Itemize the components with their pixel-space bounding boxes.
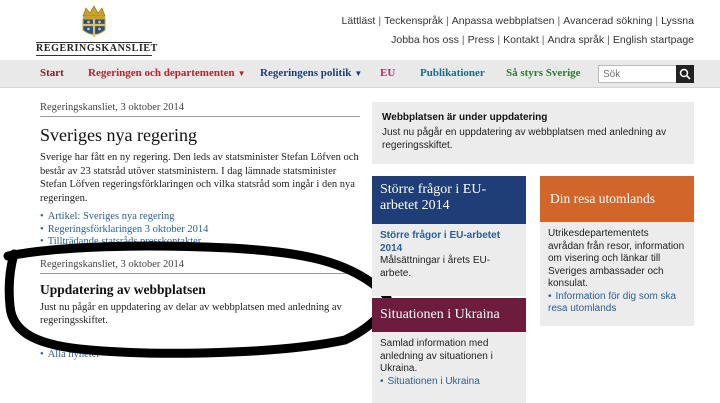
ukraina-card: Situationen i Ukraina Samlad information… <box>372 298 526 403</box>
nav-start-label: Start <box>40 67 64 79</box>
nav-regeringen[interactable]: Regeringen och departementen ▼ <box>88 67 246 79</box>
ukraina-card-body: Samlad information med anledning av situ… <box>372 332 526 394</box>
eu-card-banner[interactable]: Större frågor i EU-arbetet 2014 <box>372 176 526 224</box>
eu-card-text: Målsättningar i årets EU-arbete. <box>380 255 491 279</box>
logo[interactable]: REGERINGSKANSLIET <box>36 4 158 56</box>
utility-links-row-2: Jobba hos oss | Press | Kontakt | Andra språk |… <box>391 34 694 46</box>
resa-card-banner[interactable]: Din resa utomlands <box>540 176 694 222</box>
nav-publikationer[interactable]: Publikationer <box>420 67 485 79</box>
update-notice: Webbplatsen är under uppdatering Just nu… <box>372 102 694 164</box>
link-jobba[interactable]: Jobba hos oss <box>391 34 459 46</box>
notice-title: Webbplatsen är under uppdatering <box>382 112 548 123</box>
nav-eu[interactable]: EU <box>380 67 395 79</box>
news-link[interactable]: Tillträdande statsråds presskontakter <box>40 236 360 249</box>
link-english[interactable]: English startpage <box>613 34 694 46</box>
nav-start[interactable]: Start <box>40 67 64 79</box>
utility-links-row-1: Lättläst | Teckenspråk | Anpassa webbplatsen… <box>341 15 694 27</box>
ukraina-card-link[interactable]: Situationen i Ukraina <box>380 376 518 389</box>
resa-card-text: Utrikesdepartementets avrådan från resor… <box>548 228 685 289</box>
notice-text: Just nu pågår en uppdatering av webbplat… <box>382 127 667 151</box>
search-input[interactable] <box>599 66 677 82</box>
news-column: Regeringskansliet, 3 oktober 2014 Sverig… <box>40 102 360 360</box>
caret-down-icon: ▼ <box>354 69 363 78</box>
link-anpassa[interactable]: Anpassa webbplatsen <box>452 15 555 27</box>
nav-eu-label: EU <box>380 67 396 79</box>
resa-card-body: Utrikesdepartementets avrådan från resor… <box>540 222 694 322</box>
nav-publikationer-label: Publikationer <box>420 67 485 79</box>
search-icon <box>679 68 691 80</box>
resa-card-link[interactable]: Information för dig som ska resa utomlan… <box>548 291 686 316</box>
news-link[interactable]: Regeringsförklaringen 3 oktober 2014 <box>40 224 360 237</box>
nav-politik-label: Regeringens politik <box>260 67 352 79</box>
link-lyssna[interactable]: Lyssna <box>661 15 694 27</box>
search-button[interactable] <box>676 65 694 83</box>
news-text: Just nu pågår en uppdatering av delar av… <box>40 301 342 326</box>
eu-card-link[interactable]: Större frågor i EU-arbetet 2014 <box>380 230 518 255</box>
search-box <box>598 65 694 83</box>
eu-card: Större frågor i EU-arbetet 2014 Större f… <box>372 176 526 296</box>
resa-card: Din resa utomlands Utrikesdepartementets… <box>540 176 694 326</box>
link-teckensprak[interactable]: Teckenspråk <box>384 15 443 27</box>
link-avancerad-sokning[interactable]: Avancerad sökning <box>563 15 652 27</box>
eu-card-body: Större frågor i EU-arbetet 2014 Målsättn… <box>372 224 526 286</box>
caret-down-icon: ▼ <box>237 69 246 78</box>
nav-sa-styrs-label: Så styrs Sverige <box>506 67 581 79</box>
crown-emblem-icon <box>82 5 106 37</box>
news-link[interactable]: Artikel: Sveriges nya regering <box>40 211 360 224</box>
news-title[interactable]: Uppdatering av webbplatsen <box>40 282 360 298</box>
news-meta: Regeringskansliet, 3 oktober 2014 <box>40 259 360 274</box>
news-title[interactable]: Sveriges nya regering <box>40 125 360 146</box>
link-andra-sprak[interactable]: Andra språk <box>548 34 605 46</box>
link-kontakt[interactable]: Kontakt <box>503 34 539 46</box>
news-links: Artikel: Sveriges nya regering Regerings… <box>40 211 360 249</box>
all-news-link[interactable]: Alla nyheter <box>40 349 360 360</box>
nav-sa-styrs-sverige[interactable]: Så styrs Sverige <box>506 67 581 79</box>
nav-regeringen-label: Regeringen och departementen <box>88 67 235 79</box>
main-nav: Start Regeringen och departementen ▼ Rege… <box>0 60 720 88</box>
news-meta: Regeringskansliet, 3 oktober 2014 <box>40 102 360 117</box>
nav-politik[interactable]: Regeringens politik ▼ <box>260 67 362 79</box>
link-press[interactable]: Press <box>468 34 495 46</box>
logo-wordmark: REGERINGSKANSLIET <box>36 42 158 56</box>
ukraina-card-banner[interactable]: Situationen i Ukraina <box>372 298 526 332</box>
ukraina-card-text: Samlad information med anledning av situ… <box>380 338 493 374</box>
link-lattlast[interactable]: Lättläst <box>341 15 375 27</box>
utility-links: Lättläst | Teckenspråk | Anpassa webbplatsen… <box>341 12 694 50</box>
news-text: Sverige har fått en ny regering. Den led… <box>40 152 359 204</box>
